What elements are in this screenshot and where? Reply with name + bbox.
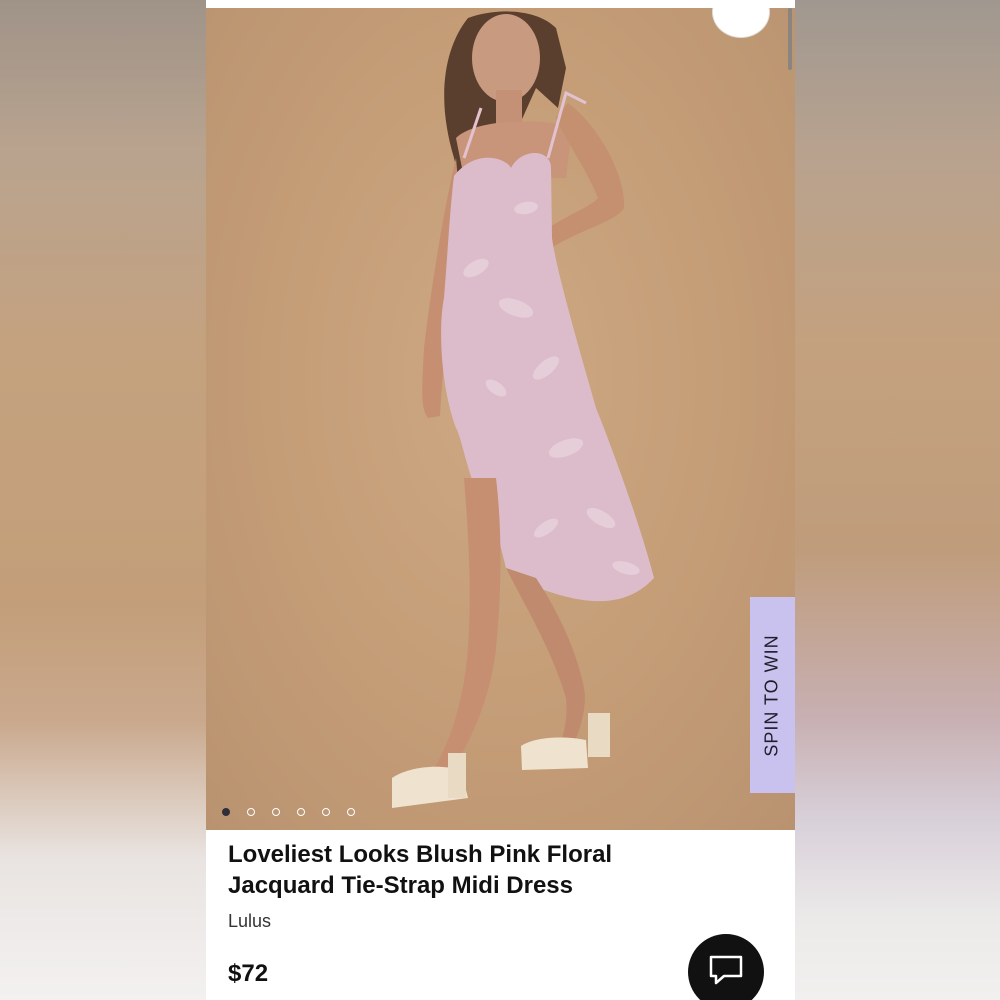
top-strip — [206, 0, 795, 8]
chat-bubble-icon — [709, 955, 743, 985]
carousel-dot[interactable] — [347, 808, 355, 816]
model-illustration — [392, 11, 654, 808]
product-brand[interactable]: Lulus — [228, 911, 271, 932]
spin-to-win-label: SPIN TO WIN — [762, 633, 783, 757]
right-background-blur — [795, 0, 1000, 1000]
chat-button[interactable] — [688, 934, 764, 1000]
carousel-dot[interactable] — [322, 808, 330, 816]
carousel-dot[interactable] — [272, 808, 280, 816]
spin-to-win-tab[interactable]: SPIN TO WIN — [750, 597, 795, 793]
product-title: Loveliest Looks Blush Pink Floral Jacqua… — [228, 841, 613, 899]
left-background-blur — [0, 0, 206, 1000]
scrollbar[interactable] — [788, 8, 792, 70]
product-image[interactable]: SPIN TO WIN — [206, 8, 795, 830]
carousel-dot[interactable] — [222, 808, 230, 816]
carousel-dot[interactable] — [297, 808, 305, 816]
product-page: SPIN TO WIN Loveliest Looks Blush Pink F… — [206, 0, 795, 1000]
product-price: $72 — [228, 960, 269, 987]
carousel-dot[interactable] — [247, 808, 255, 816]
image-carousel-dots[interactable] — [222, 808, 355, 816]
